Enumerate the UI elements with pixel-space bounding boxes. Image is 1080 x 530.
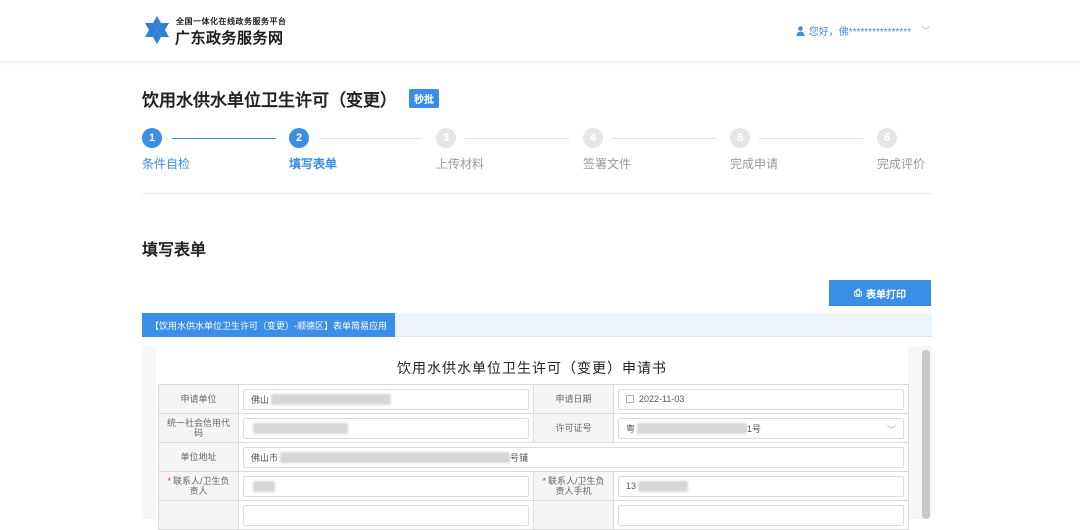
contact-label: 联系人/卫生负责人 — [173, 476, 230, 496]
step-label: 签署文件 — [583, 157, 632, 171]
title-row: 饮用水供水单位卫生许可（变更） 秒批 — [142, 86, 439, 111]
brand-title[interactable]: 广东政务服务网 — [175, 27, 284, 48]
step-1: 1 条件自检 — [142, 128, 190, 171]
address-prefix: 佛山市 — [251, 452, 279, 463]
redacted-mask — [253, 480, 275, 492]
table-row: 统一社会信用代码 许可证号 粤 1号 ﹀ — [158, 413, 909, 443]
chevron-down-icon: ﹀ — [886, 424, 896, 435]
required-mark: * — [542, 476, 546, 486]
user-menu[interactable]: 您好，佛**************** ﹀ — [796, 23, 930, 38]
divider — [142, 193, 932, 194]
date-value: 2022-11-03 — [639, 394, 685, 404]
license-select[interactable]: 粤 1号 ﹀ — [618, 417, 904, 439]
person-icon — [796, 25, 805, 36]
table-row — [158, 500, 909, 530]
step-number: 5 — [730, 128, 750, 148]
form-scrollbar[interactable] — [922, 350, 930, 519]
redacted-mask — [638, 480, 689, 492]
tab-form-app[interactable]: 【饮用水供水单位卫生许可（变更）-顺德区】表单简易应用 — [142, 313, 395, 337]
page-title: 饮用水供水单位卫生许可（变更） — [142, 91, 397, 110]
required-mark: * — [167, 476, 171, 486]
form-tabbar: 【饮用水供水单位卫生许可（变更）-顺德区】表单简易应用 — [142, 313, 932, 337]
date-picker[interactable]: 2022-11-03 — [618, 388, 904, 410]
step-label: 完成申请 — [730, 157, 779, 171]
step-label: 条件自检 — [142, 157, 191, 171]
print-button-label: 表单打印 — [866, 289, 906, 301]
redacted-mask — [637, 422, 748, 434]
license-suffix: 1号 — [747, 423, 762, 434]
table-row: * 联系人/卫生负责人 * 联系人/卫生负责人手机 13 — [158, 471, 909, 501]
license-label: 许可证号 — [533, 413, 614, 443]
step-label: 完成评价 — [877, 157, 926, 171]
date-label: 申请日期 — [533, 384, 614, 414]
printer-icon: ⎙ — [854, 287, 862, 299]
phone-value: 13 — [626, 481, 637, 491]
status-badge: 秒批 — [409, 89, 439, 108]
step-5: 5 完成申请 — [730, 128, 778, 171]
application-form-table: 申请单位 佛山 申请日期 2022-11-03 统一社会信用代码 许可证号 粤 … — [158, 384, 909, 530]
applicant-value: 佛山 — [251, 394, 270, 405]
step-number: 1 — [142, 128, 162, 148]
user-greeting: 您好，佛**************** — [808, 27, 911, 38]
next-row-input[interactable] — [243, 504, 529, 526]
phone-label: 联系人/卫生负责人手机 — [548, 476, 605, 496]
print-form-button[interactable]: ⎙ 表单打印 — [829, 280, 931, 306]
step-number: 6 — [877, 128, 897, 148]
step-2: 2 填写表单 — [289, 128, 337, 171]
license-prefix: 粤 — [626, 423, 636, 434]
table-row: 单位地址 佛山市 号铺 — [158, 442, 909, 472]
step-4: 4 签署文件 — [583, 128, 631, 171]
step-6: 6 完成评价 — [877, 128, 925, 171]
step-connector — [318, 138, 422, 139]
section-title: 填写表单 — [142, 242, 207, 259]
redacted-mask — [253, 422, 348, 434]
credit-code-input[interactable] — [243, 417, 529, 439]
top-header: 全国一体化在线政务服务平台 广东政务服务网 您好，佛**************… — [0, 0, 1080, 62]
address-label: 单位地址 — [158, 442, 239, 472]
chevron-down-icon[interactable]: ﹀ — [921, 24, 930, 37]
step-number: 3 — [436, 128, 456, 148]
step-connector — [612, 138, 716, 139]
redacted-mask — [271, 393, 392, 405]
next-row-input[interactable] — [618, 504, 904, 526]
step-connector — [759, 138, 863, 139]
step-connector — [172, 138, 276, 139]
table-row: 申请单位 佛山 申请日期 2022-11-03 — [158, 384, 909, 414]
step-label: 填写表单 — [289, 157, 338, 171]
step-connector — [465, 138, 569, 139]
address-suffix: 号铺 — [510, 452, 529, 463]
brand-subtitle: 全国一体化在线政务服务平台 — [176, 17, 287, 26]
calendar-icon — [626, 395, 634, 403]
progress-steps: 1 条件自检 2 填写表单 3 上传材料 4 签署文件 5 完成申请 6 完成评… — [142, 128, 932, 178]
step-number: 4 — [583, 128, 603, 148]
credit-code-label: 统一社会信用代码 — [158, 413, 239, 443]
step-label: 上传材料 — [436, 157, 485, 171]
applicant-label: 申请单位 — [158, 384, 239, 414]
snowflake-logo-icon[interactable] — [142, 14, 172, 46]
step-3: 3 上传材料 — [436, 128, 484, 171]
applicant-input[interactable]: 佛山 — [243, 388, 529, 410]
redacted-mask — [280, 451, 511, 463]
address-input[interactable]: 佛山市 号铺 — [243, 446, 904, 468]
form-title: 饮用水供水单位卫生许可（变更）申请书 — [397, 360, 667, 376]
phone-input[interactable]: 13 — [618, 475, 904, 497]
step-number: 2 — [289, 128, 309, 148]
contact-input[interactable] — [243, 475, 529, 497]
